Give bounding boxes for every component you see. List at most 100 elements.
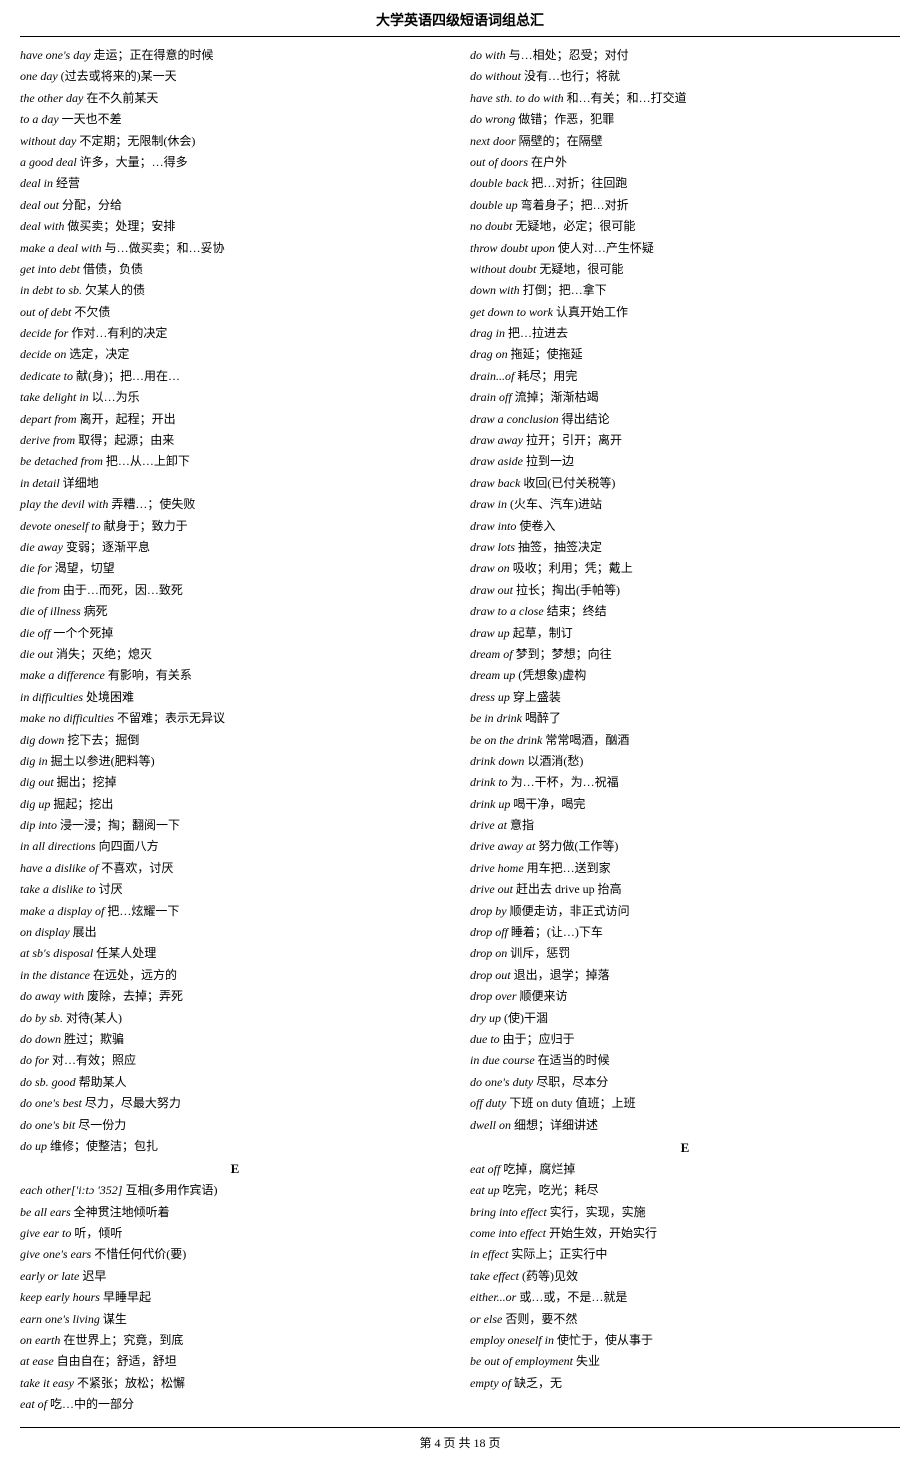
entry-chinese: 在不久前某天 <box>86 91 158 105</box>
right-column: do with 与…相处；忍受；对付do without 没有…也行；将就hav… <box>470 45 900 1415</box>
list-item: draw in (火车、汽车)进站 <box>470 494 900 514</box>
list-item: take effect (药等)见效 <box>470 1266 900 1286</box>
entry-chinese: 与…做买卖；和…妥协 <box>105 241 225 255</box>
entry-chinese: 在世界上；究竟，到底 <box>63 1333 183 1347</box>
entry-english: drain...of <box>470 369 517 383</box>
list-item: out of debt 不欠债 <box>20 302 450 322</box>
entry-english: either...or <box>470 1290 519 1304</box>
list-item: draw into 使卷入 <box>470 516 900 536</box>
entry-english: keep early hours <box>20 1290 103 1304</box>
list-item: drag in 把…拉进去 <box>470 323 900 343</box>
entry-chinese: 常常喝酒，酗酒 <box>545 733 629 747</box>
list-item: draw lots 抽签，抽签决定 <box>470 537 900 557</box>
list-item: drink down 以酒消(愁) <box>470 751 900 771</box>
entry-english: in detail <box>20 476 63 490</box>
entry-english: the other day <box>20 91 86 105</box>
entry-english: do one's best <box>20 1096 85 1110</box>
entry-english: due to <box>470 1032 503 1046</box>
list-item: dip into 浸一浸；掏；翻阅一下 <box>20 815 450 835</box>
entry-english: eat off <box>470 1162 503 1176</box>
list-item: drain...of 耗尽；用完 <box>470 366 900 386</box>
entry-chinese: 得出结论 <box>562 412 610 426</box>
entry-chinese: 努力做(工作等) <box>538 839 618 853</box>
entry-english: deal in <box>20 176 56 190</box>
entry-chinese: 消失；灭绝；熄灭 <box>56 647 152 661</box>
entry-english: without doubt <box>470 262 539 276</box>
entry-chinese: 走运；正在得意的时候 <box>94 48 214 62</box>
entry-english: drop over <box>470 989 520 1003</box>
entry-english: drain off <box>470 390 515 404</box>
entry-chinese: 穿上盛装 <box>513 690 561 704</box>
list-item: draw up 起草，制订 <box>470 623 900 643</box>
entry-chinese: 退出，退学；掉落 <box>514 968 610 982</box>
list-item: draw on 吸收；利用；凭；戴上 <box>470 558 900 578</box>
entry-chinese: 一个个死掉 <box>53 626 113 640</box>
list-item: get down to work 认真开始工作 <box>470 302 900 322</box>
list-item: either...or 或…或，不是…就是 <box>470 1287 900 1307</box>
list-item: no doubt 无疑地，必定；很可能 <box>470 216 900 236</box>
entry-english: drive at <box>470 818 510 832</box>
entry-english: on display <box>20 925 73 939</box>
list-item: drain off 流掉；渐渐枯竭 <box>470 387 900 407</box>
entry-english: take it easy <box>20 1376 77 1390</box>
entry-english: or else <box>470 1312 505 1326</box>
entry-english: drop off <box>470 925 511 939</box>
list-item: do away with 废除，去掉；弄死 <box>20 986 450 1006</box>
list-item: in difficulties 处境困难 <box>20 687 450 707</box>
entry-english: draw a conclusion <box>470 412 562 426</box>
entry-chinese: 实际上；正实行中 <box>511 1247 607 1261</box>
list-item: one day (过去或将来的)某一天 <box>20 66 450 86</box>
entry-english: do sb. good <box>20 1075 79 1089</box>
entry-chinese: 对待(某人) <box>66 1011 122 1025</box>
entry-chinese: 对…有效；照应 <box>52 1053 136 1067</box>
list-item: make a difference 有影响，有关系 <box>20 665 450 685</box>
list-item: drink to 为…干杯，为…祝福 <box>470 772 900 792</box>
entry-english: be detached from <box>20 454 106 468</box>
entry-chinese: 胜过；欺骗 <box>64 1032 124 1046</box>
entry-chinese: 顺便来访 <box>520 989 568 1003</box>
entry-english: one day <box>20 69 61 83</box>
list-item: at ease 自由自在；舒适，舒坦 <box>20 1351 450 1371</box>
entry-chinese: 以…为乐 <box>92 390 140 404</box>
list-item: take delight in 以…为乐 <box>20 387 450 407</box>
entry-chinese: 尽一份力 <box>78 1118 126 1132</box>
entry-chinese: 变弱；逐渐平息 <box>66 540 150 554</box>
entry-chinese: 早睡早起 <box>103 1290 151 1304</box>
entry-chinese: 在远处，远方的 <box>93 968 177 982</box>
entry-english: do up <box>20 1139 50 1153</box>
entry-english: decide for <box>20 326 71 340</box>
list-item: bring into effect 实行，实现，实施 <box>470 1202 900 1222</box>
entry-chinese: 吃掉，腐烂掉 <box>503 1162 575 1176</box>
entry-chinese: 由于…而死，因…致死 <box>63 583 183 597</box>
entry-chinese: 认真开始工作 <box>556 305 628 319</box>
list-item: do sb. good 帮助某人 <box>20 1072 450 1092</box>
entry-english: next door <box>470 134 519 148</box>
entry-english: drive home <box>470 861 527 875</box>
entry-english: draw into <box>470 519 519 533</box>
entry-chinese: (凭想象)虚构 <box>518 668 586 682</box>
entry-english: take effect <box>470 1269 522 1283</box>
entry-english: make a difference <box>20 668 108 682</box>
entry-chinese: 分配，分给 <box>62 198 122 212</box>
entry-chinese: 弯着身子；把…对折 <box>521 198 629 212</box>
list-item: employ oneself in 使忙于，使从事于 <box>470 1330 900 1350</box>
entry-english: in all directions <box>20 839 99 853</box>
entry-english: do by sb. <box>20 1011 66 1025</box>
entry-chinese: 打倒；把…拿下 <box>523 283 607 297</box>
list-item: at sb's disposal 任某人处理 <box>20 943 450 963</box>
list-item: dry up (使)干涸 <box>470 1008 900 1028</box>
list-item: drink up 喝干净，喝完 <box>470 794 900 814</box>
entry-chinese: 训斥，惩罚 <box>510 946 570 960</box>
entry-english: deal out <box>20 198 62 212</box>
list-item: decide for 作对…有利的决定 <box>20 323 450 343</box>
list-item: drag on 拖延；使拖延 <box>470 344 900 364</box>
entry-english: double up <box>470 198 521 212</box>
entry-chinese: 欠某人的债 <box>85 283 145 297</box>
entry-english: die for <box>20 561 55 575</box>
entry-chinese: 耗尽；用完 <box>517 369 577 383</box>
list-item: die away 变弱；逐渐平息 <box>20 537 450 557</box>
list-item: draw away 拉开；引开；离开 <box>470 430 900 450</box>
entry-english: without day <box>20 134 79 148</box>
list-item: give ear to 听，倾听 <box>20 1223 450 1243</box>
list-item: depart from 离开，起程；开出 <box>20 409 450 429</box>
